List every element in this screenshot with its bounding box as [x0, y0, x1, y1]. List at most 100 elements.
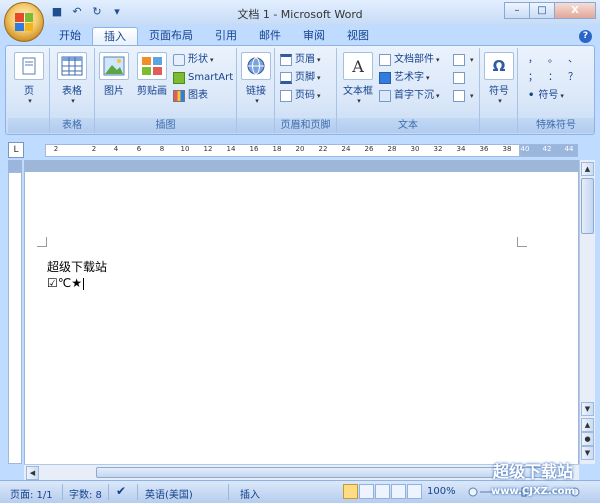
special-char-enum-comma[interactable]: 、: [568, 52, 578, 68]
maximize-button[interactable]: □: [529, 2, 555, 19]
site-watermark: 超级下载站 www.CJXZ.com: [468, 462, 598, 502]
group-pages-label: [8, 118, 49, 133]
wordart-button[interactable]: 艺术字 ▾: [379, 70, 430, 86]
special-char-period[interactable]: 。: [548, 52, 558, 68]
tab-selector[interactable]: L: [8, 142, 24, 158]
draft-view-icon[interactable]: [407, 484, 422, 499]
group-header-footer: 页眉 ▾ 页脚 ▾ 页码 ▾ 页眉和页脚: [275, 48, 337, 133]
special-char-question[interactable]: ？: [568, 70, 578, 86]
minimize-button[interactable]: –: [504, 2, 530, 19]
table-icon: [57, 52, 87, 80]
save-icon[interactable]: ■: [50, 5, 64, 19]
view-buttons: [343, 484, 422, 499]
zoom-level[interactable]: 100%: [427, 486, 456, 497]
document-page[interactable]: [25, 172, 578, 464]
footer-button[interactable]: 页脚 ▾: [280, 70, 321, 86]
shapes-icon: [173, 54, 185, 66]
pages-button[interactable]: 页 ▾: [14, 52, 44, 105]
object-icon: [453, 90, 465, 102]
language-status[interactable]: 英语(美国): [145, 486, 193, 501]
redo-icon[interactable]: ↻: [90, 5, 104, 19]
group-text: A 文本框 ▾ 文档部件 ▾ 艺术字 ▾ 首字下沉 ▾ ▾ ▾ 文本: [337, 48, 480, 133]
crop-mark-top-right: [517, 237, 527, 247]
ruler-tick: 8: [159, 145, 165, 153]
ruler-tick: 20: [295, 145, 305, 153]
group-illustrations-label: 插图: [95, 118, 236, 133]
header-button[interactable]: 页眉 ▾: [280, 52, 321, 68]
chart-button[interactable]: 图表: [173, 88, 208, 104]
full-screen-view-icon[interactable]: [359, 484, 374, 499]
quickparts-button[interactable]: 文档部件 ▾: [379, 52, 440, 68]
tab-view[interactable]: 视图: [336, 27, 380, 45]
ruler-tick: 10: [180, 145, 190, 153]
document-line-2[interactable]: ☑℃★: [47, 276, 84, 290]
special-char-colon[interactable]: ：: [548, 70, 558, 86]
status-separator: [228, 484, 229, 500]
undo-icon[interactable]: ↶: [70, 5, 84, 19]
textbox-button[interactable]: A 文本框 ▾: [341, 52, 375, 105]
quick-access-toolbar: ■ ↶ ↻ ▾: [50, 5, 124, 19]
page-count[interactable]: 页面: 1/1: [10, 486, 53, 501]
proofing-icon[interactable]: ✔: [116, 484, 126, 498]
ruler-tick: 22: [318, 145, 328, 153]
group-special-label: 特殊符号: [518, 118, 594, 133]
scroll-down-icon[interactable]: ▼: [581, 402, 594, 416]
vertical-scrollbar[interactable]: ▲ ▼ ▲ ● ▼: [579, 160, 595, 464]
ruler-tick: 40: [520, 145, 530, 153]
special-symbol-button[interactable]: • 符号 ▾: [528, 88, 564, 104]
customize-qat-icon[interactable]: ▾: [110, 5, 124, 19]
help-icon[interactable]: ?: [579, 30, 592, 43]
print-layout-view-icon[interactable]: [343, 484, 358, 499]
watermark-line-1: 超级下载站: [492, 462, 573, 481]
word-count[interactable]: 字数: 8: [69, 486, 102, 501]
group-header-footer-label: 页眉和页脚: [275, 118, 336, 133]
special-char-comma[interactable]: ，: [528, 52, 538, 68]
clipart-button[interactable]: 剪贴画: [135, 52, 169, 97]
vertical-ruler[interactable]: [8, 172, 22, 464]
previous-page-icon[interactable]: ▲: [581, 418, 594, 432]
quickparts-label: 文档部件: [394, 54, 434, 65]
scroll-up-icon[interactable]: ▲: [581, 162, 594, 176]
tab-references[interactable]: 引用: [204, 27, 248, 45]
office-button[interactable]: [4, 2, 44, 42]
next-page-icon[interactable]: ▼: [581, 446, 594, 460]
horizontal-ruler[interactable]: 2 2 4 6 8 10 12 14 16 18 20 22 24 26 28 …: [45, 144, 520, 157]
table-button[interactable]: 表格 ▾: [57, 52, 87, 105]
close-button[interactable]: X: [554, 2, 596, 19]
outline-view-icon[interactable]: [391, 484, 406, 499]
group-illustrations: 图片 剪贴画 形状 ▾ SmartArt 图表 插图: [95, 48, 237, 133]
signature-line-button[interactable]: ▾: [453, 52, 474, 68]
scroll-left-icon[interactable]: ◀: [26, 466, 39, 480]
date-time-button[interactable]: [453, 70, 468, 86]
object-button[interactable]: ▾: [453, 88, 474, 104]
ruler-tick: 30: [410, 145, 420, 153]
links-label: 链接: [246, 86, 266, 97]
page-number-button[interactable]: 页码 ▾: [280, 88, 321, 104]
tab-page-layout[interactable]: 页面布局: [138, 27, 204, 45]
dropcap-button[interactable]: 首字下沉 ▾: [379, 88, 440, 104]
insert-mode-status[interactable]: 插入: [240, 486, 260, 501]
symbol-button[interactable]: Ω 符号 ▾: [484, 52, 514, 105]
clipart-icon: [137, 52, 167, 80]
browse-object-icon[interactable]: ●: [581, 432, 594, 446]
document-line-1[interactable]: 超级下载站: [47, 258, 107, 275]
ruler-tick: 16: [249, 145, 259, 153]
tab-home[interactable]: 开始: [48, 27, 92, 45]
links-button[interactable]: 链接 ▾: [241, 52, 271, 105]
vertical-scroll-thumb[interactable]: [581, 178, 594, 234]
ribbon: 页 ▾ 表格 ▾ 表格 图片 剪贴画 形状 ▾ SmartArt 图表 插图 链…: [5, 45, 595, 135]
tab-insert[interactable]: 插入: [92, 27, 138, 45]
picture-button[interactable]: 图片: [99, 52, 129, 97]
special-char-semicolon[interactable]: ；: [528, 70, 538, 86]
tab-review[interactable]: 审阅: [292, 27, 336, 45]
symbol-label: 符号: [489, 86, 509, 97]
shapes-button[interactable]: 形状 ▾: [173, 52, 214, 68]
pages-label: 页: [24, 86, 34, 97]
group-pages: 页 ▾: [8, 48, 50, 133]
smartart-button[interactable]: SmartArt: [173, 70, 233, 86]
web-layout-view-icon[interactable]: [375, 484, 390, 499]
status-separator: [108, 484, 109, 500]
footer-label: 页脚: [295, 72, 315, 83]
tab-mailings[interactable]: 邮件: [248, 27, 292, 45]
clipart-label: 剪贴画: [137, 86, 167, 97]
